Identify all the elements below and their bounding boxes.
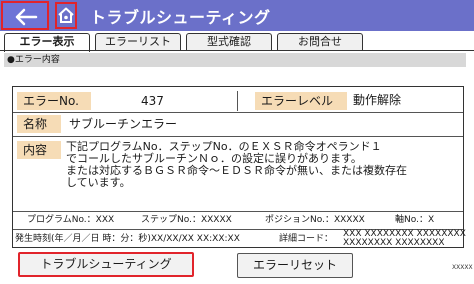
detail-code-label: 詳細コード：	[279, 234, 334, 244]
tab-divider	[0, 50, 474, 51]
tab-bar: エラー表示 エラーリスト 型式確認 お問合せ	[0, 31, 474, 52]
divider	[13, 112, 463, 113]
error-level-value: 動作解除	[353, 93, 402, 107]
error-reset-button[interactable]: エラーリセット	[237, 253, 353, 278]
back-button[interactable]	[1, 1, 49, 30]
error-no-value: 437	[141, 94, 164, 108]
step-no: ステップNo.：XXXXX	[141, 215, 232, 225]
divider	[13, 136, 463, 137]
position-no: ポジションNo.：XXXXX	[265, 215, 365, 225]
tab-error-list[interactable]: エラーリスト	[95, 33, 181, 51]
title-bar: トラブルシューティング	[0, 0, 474, 31]
error-detail-panel: エラーNo. 437 エラーレベル 動作解除 名称 サブルーチンエラー 内容 下…	[12, 86, 466, 248]
error-detail-text: 下記プログラムNo．ステップNo．のＥＸＳＲ命令オペランド１ でコールしたサブル…	[66, 141, 456, 189]
tab-model-check[interactable]: 型式確認	[186, 33, 272, 51]
detail-line: しています。	[66, 176, 131, 189]
axis-no: 軸No.：X	[395, 215, 435, 225]
divider	[237, 91, 238, 111]
program-no: プログラムNo.：XXX	[27, 215, 115, 225]
occurred-time: 発生時刻(年／月／日 時：分：秒)XX/XX/XX XX:XX:XX	[15, 234, 240, 244]
tab-inquiry[interactable]: お問合せ	[277, 33, 363, 51]
error-no-label: エラーNo.	[17, 92, 91, 110]
build-code: XXXXX	[452, 264, 473, 271]
home-icon	[58, 7, 74, 23]
divider	[13, 211, 463, 212]
error-name-label: 名称	[17, 115, 61, 133]
section-title: ●エラー内容	[4, 53, 466, 67]
error-detail-label: 内容	[17, 141, 61, 159]
detail-code-line2: XXXXXXXX XXXXXXXX	[343, 238, 445, 248]
back-arrow-icon	[15, 8, 38, 26]
troubleshooting-button[interactable]: トラブルシューティング	[18, 252, 194, 277]
home-button[interactable]	[55, 2, 77, 29]
error-level-label: エラーレベル	[255, 92, 347, 110]
error-name-value: サブルーチンエラー	[69, 117, 178, 131]
page-title: トラブルシューティング	[90, 8, 271, 27]
